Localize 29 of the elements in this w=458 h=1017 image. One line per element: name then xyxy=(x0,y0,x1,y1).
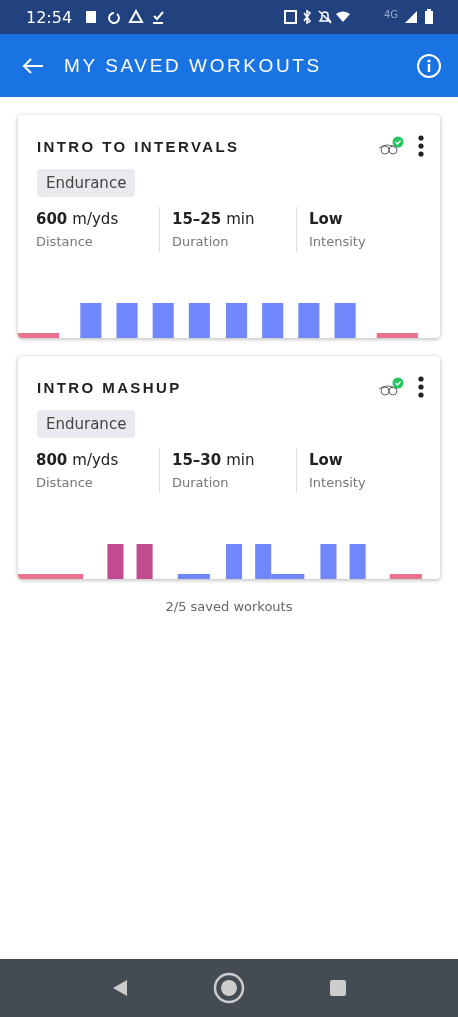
stat-value: 600 m/yds xyxy=(36,210,120,228)
signal-icon xyxy=(404,10,418,24)
saved-count: 2/5 saved workouts xyxy=(165,599,293,614)
category-tag: Endurance xyxy=(37,169,136,197)
screen-title: MY SAVED WORKOUTS xyxy=(64,54,323,77)
stat-value: Low xyxy=(309,210,344,228)
more-options-button[interactable] xyxy=(418,135,424,157)
clock: 12:54 xyxy=(26,7,73,27)
recents-nav-icon[interactable] xyxy=(329,980,346,996)
workout-card[interactable]: INTRO MASHUP Endurance 800 m/yds Distance 15–30 min Duration Low Intensity xyxy=(18,356,440,579)
stat-label: Distance xyxy=(36,475,94,490)
workout-title: INTRO MASHUP xyxy=(37,378,183,396)
more-options-button[interactable] xyxy=(418,376,424,398)
stat-label: Distance xyxy=(36,234,94,249)
stat-label: Intensity xyxy=(309,234,367,249)
stat-label: Duration xyxy=(172,234,230,249)
stat-value: 15–30 min xyxy=(172,451,256,469)
stat-value: 15–25 min xyxy=(172,210,256,228)
stat-label: Intensity xyxy=(309,475,367,490)
stat-value: Low xyxy=(309,451,344,469)
workout-title: INTRO TO INTERVALS xyxy=(37,137,241,155)
home-nav-icon[interactable] xyxy=(213,972,245,1004)
back-nav-icon[interactable] xyxy=(112,979,129,997)
battery-icon xyxy=(424,9,434,25)
workout-card[interactable]: INTRO TO INTERVALS Endurance 600 m/yds Distance 15–25 min Duration Low Intensity xyxy=(18,115,440,338)
category-tag: Endurance xyxy=(37,410,136,438)
stat-value: 800 m/yds xyxy=(36,451,120,469)
network-type: 4G xyxy=(383,8,398,20)
stat-label: Duration xyxy=(172,475,230,490)
